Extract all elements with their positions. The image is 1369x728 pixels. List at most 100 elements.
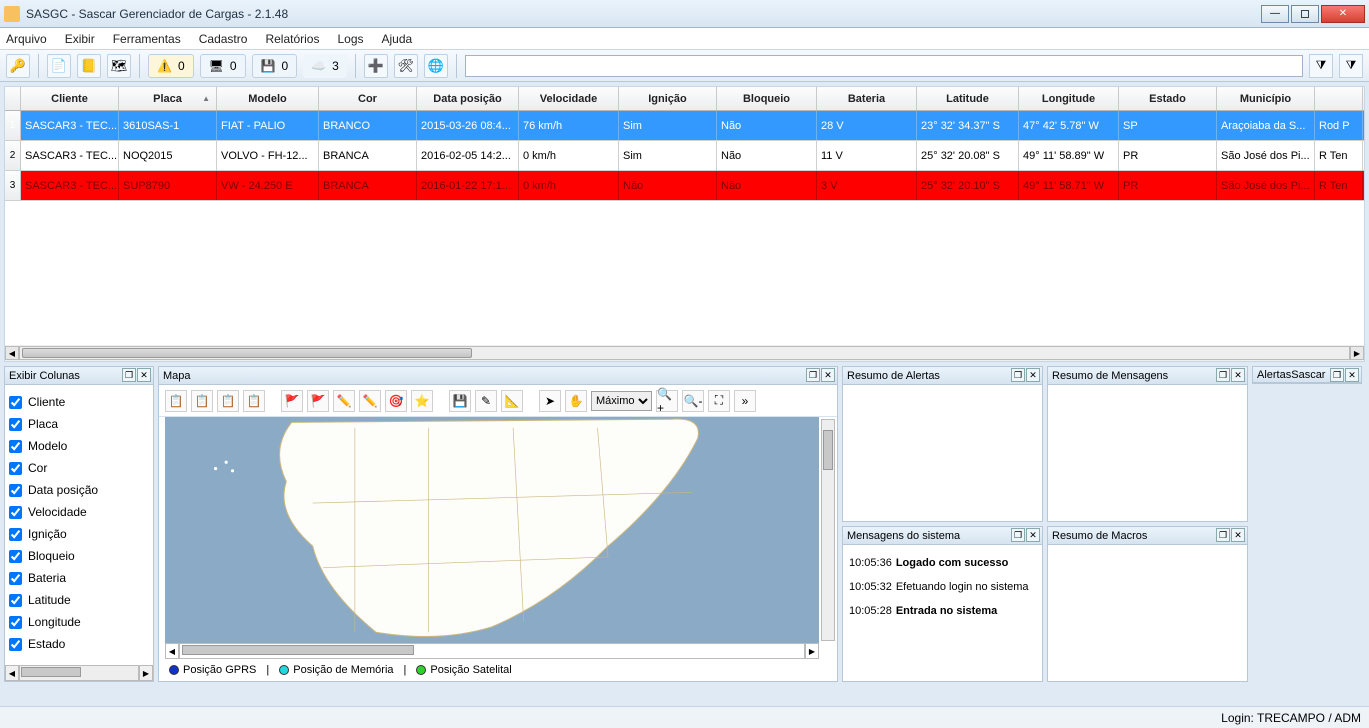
- alert-badge-1[interactable]: ⚠️0: [148, 54, 194, 78]
- table-row[interactable]: 1SASCAR3 - TEC...3610SAS-1FIAT - PALIOBR…: [5, 111, 1364, 141]
- key-icon[interactable]: 🔑: [6, 54, 30, 78]
- zoom-in-icon[interactable]: 🔍+: [656, 390, 678, 412]
- alert-badge-2[interactable]: 🖥0: [200, 54, 246, 78]
- column-toggle[interactable]: Data posição: [9, 479, 149, 501]
- colpanel-hscroll[interactable]: ◀▶: [5, 665, 153, 681]
- col-cor[interactable]: Cor: [319, 87, 417, 110]
- dock-icon[interactable]: ❐: [1011, 528, 1025, 542]
- close-icon[interactable]: ✕: [1231, 368, 1245, 382]
- menu-logs[interactable]: Logs: [337, 32, 363, 46]
- window-titlebar: SASGC - Sascar Gerenciador de Cargas - 2…: [0, 0, 1369, 28]
- pencil-icon[interactable]: ✎: [475, 390, 497, 412]
- save-icon[interactable]: 💾: [449, 390, 471, 412]
- col-velocidade[interactable]: Velocidade: [519, 87, 619, 110]
- hand-icon[interactable]: ✋: [565, 390, 587, 412]
- app-icon: [4, 6, 20, 22]
- clipboard3-icon[interactable]: 📋: [217, 390, 239, 412]
- close-icon[interactable]: ✕: [1345, 368, 1359, 382]
- column-toggle[interactable]: Cor: [9, 457, 149, 479]
- tools-icon[interactable]: 🛠: [394, 54, 418, 78]
- column-toggle[interactable]: Longitude: [9, 611, 149, 633]
- more-icon[interactable]: »: [734, 390, 756, 412]
- panel-title-colunas: Exibir Colunas: [9, 370, 80, 382]
- dock-icon[interactable]: ❐: [1011, 368, 1025, 382]
- status-bar: Login: TRECAMPO / ADM: [0, 706, 1369, 728]
- globe-icon[interactable]: 🌐: [424, 54, 448, 78]
- clipboard4-icon[interactable]: 📋: [243, 390, 265, 412]
- menu-cadastro[interactable]: Cadastro: [199, 32, 248, 46]
- close-icon[interactable]: ✕: [137, 368, 151, 382]
- flag1-icon[interactable]: 🚩: [281, 390, 303, 412]
- col-ignicao[interactable]: Ignição: [619, 87, 717, 110]
- search-input[interactable]: [465, 55, 1303, 77]
- column-toggle[interactable]: Latitude: [9, 589, 149, 611]
- panel-resumo-macros: Resumo de Macros❐✕: [1047, 526, 1248, 682]
- column-toggle[interactable]: Modelo: [9, 435, 149, 457]
- clipboard2-icon[interactable]: 📋: [191, 390, 213, 412]
- col-cliente[interactable]: Cliente: [21, 87, 119, 110]
- zoom-select[interactable]: Máximo: [591, 391, 652, 411]
- compass-icon[interactable]: 📐: [501, 390, 523, 412]
- col-data[interactable]: Data posição: [417, 87, 519, 110]
- dock-icon[interactable]: ❐: [122, 368, 136, 382]
- clipboard-icon[interactable]: 📋: [165, 390, 187, 412]
- column-toggle[interactable]: Ignição: [9, 523, 149, 545]
- col-bloqueio[interactable]: Bloqueio: [717, 87, 817, 110]
- table-row[interactable]: 3SASCAR3 - TEC...SUP8790VW - 24.250 EBRA…: [5, 171, 1364, 201]
- close-icon[interactable]: ✕: [1231, 528, 1245, 542]
- zoom-fit-icon[interactable]: ⛶: [708, 390, 730, 412]
- col-longitude[interactable]: Longitude: [1019, 87, 1119, 110]
- col-latitude[interactable]: Latitude: [917, 87, 1019, 110]
- maximize-button[interactable]: [1291, 5, 1319, 23]
- filter-icon[interactable]: ⧩: [1309, 54, 1333, 78]
- menu-ferramentas[interactable]: Ferramentas: [113, 32, 181, 46]
- close-icon[interactable]: ✕: [1026, 368, 1040, 382]
- column-toggle[interactable]: Estado: [9, 633, 149, 655]
- login-status: Login: TRECAMPO / ADM: [1221, 711, 1361, 725]
- grid-header: Cliente Placa▲ Modelo Cor Data posição V…: [5, 87, 1364, 111]
- col-bateria[interactable]: Bateria: [817, 87, 917, 110]
- book-icon[interactable]: 📒: [77, 54, 101, 78]
- target-icon[interactable]: 🎯: [385, 390, 407, 412]
- dock-icon[interactable]: ❐: [806, 368, 820, 382]
- column-toggle[interactable]: Cliente: [9, 391, 149, 413]
- pen-icon[interactable]: ✏️: [333, 390, 355, 412]
- add-icon[interactable]: ➕: [364, 54, 388, 78]
- menu-arquivo[interactable]: Arquivo: [6, 32, 47, 46]
- col-modelo[interactable]: Modelo: [217, 87, 319, 110]
- dock-icon[interactable]: ❐: [1216, 368, 1230, 382]
- close-icon[interactable]: ✕: [821, 368, 835, 382]
- column-toggle[interactable]: Placa: [9, 413, 149, 435]
- dock-icon[interactable]: ❐: [1216, 528, 1230, 542]
- flag2-icon[interactable]: 🚩: [307, 390, 329, 412]
- menu-exibir[interactable]: Exibir: [65, 32, 95, 46]
- grid-hscroll[interactable]: ◀▶: [5, 345, 1364, 361]
- zoom-out-icon[interactable]: 🔍-: [682, 390, 704, 412]
- table-row[interactable]: 2SASCAR3 - TEC...NOQ2015VOLVO - FH-12...…: [5, 141, 1364, 171]
- col-municipio[interactable]: Município: [1217, 87, 1315, 110]
- menu-relatorios[interactable]: Relatórios: [265, 32, 319, 46]
- alert-badge-3[interactable]: 💾0: [252, 54, 298, 78]
- star-icon[interactable]: ⭐: [411, 390, 433, 412]
- close-button[interactable]: ✕: [1321, 5, 1365, 23]
- pointer-icon[interactable]: ➤: [539, 390, 561, 412]
- panel-alertas-sascar: AlertasSascar❐✕: [1252, 366, 1362, 384]
- column-toggle[interactable]: Bateria: [9, 567, 149, 589]
- alert-badge-4[interactable]: ☁️3: [303, 54, 347, 78]
- pen2-icon[interactable]: ✏️: [359, 390, 381, 412]
- map-canvas[interactable]: [165, 417, 819, 643]
- col-placa[interactable]: Placa▲: [119, 87, 217, 110]
- column-toggle[interactable]: Velocidade: [9, 501, 149, 523]
- map-hscroll[interactable]: ◀▶: [165, 643, 819, 659]
- close-icon[interactable]: ✕: [1026, 528, 1040, 542]
- filter-clear-icon[interactable]: ⧩: [1339, 54, 1363, 78]
- doc-icon[interactable]: 📄: [47, 54, 71, 78]
- column-toggle[interactable]: Bloqueio: [9, 545, 149, 567]
- col-estado[interactable]: Estado: [1119, 87, 1217, 110]
- map-vscroll[interactable]: [821, 419, 835, 641]
- col-end[interactable]: [1315, 87, 1363, 110]
- menu-ajuda[interactable]: Ajuda: [382, 32, 413, 46]
- dock-icon[interactable]: ❐: [1330, 368, 1344, 382]
- brazil-icon[interactable]: 🗺: [107, 54, 131, 78]
- minimize-button[interactable]: —: [1261, 5, 1289, 23]
